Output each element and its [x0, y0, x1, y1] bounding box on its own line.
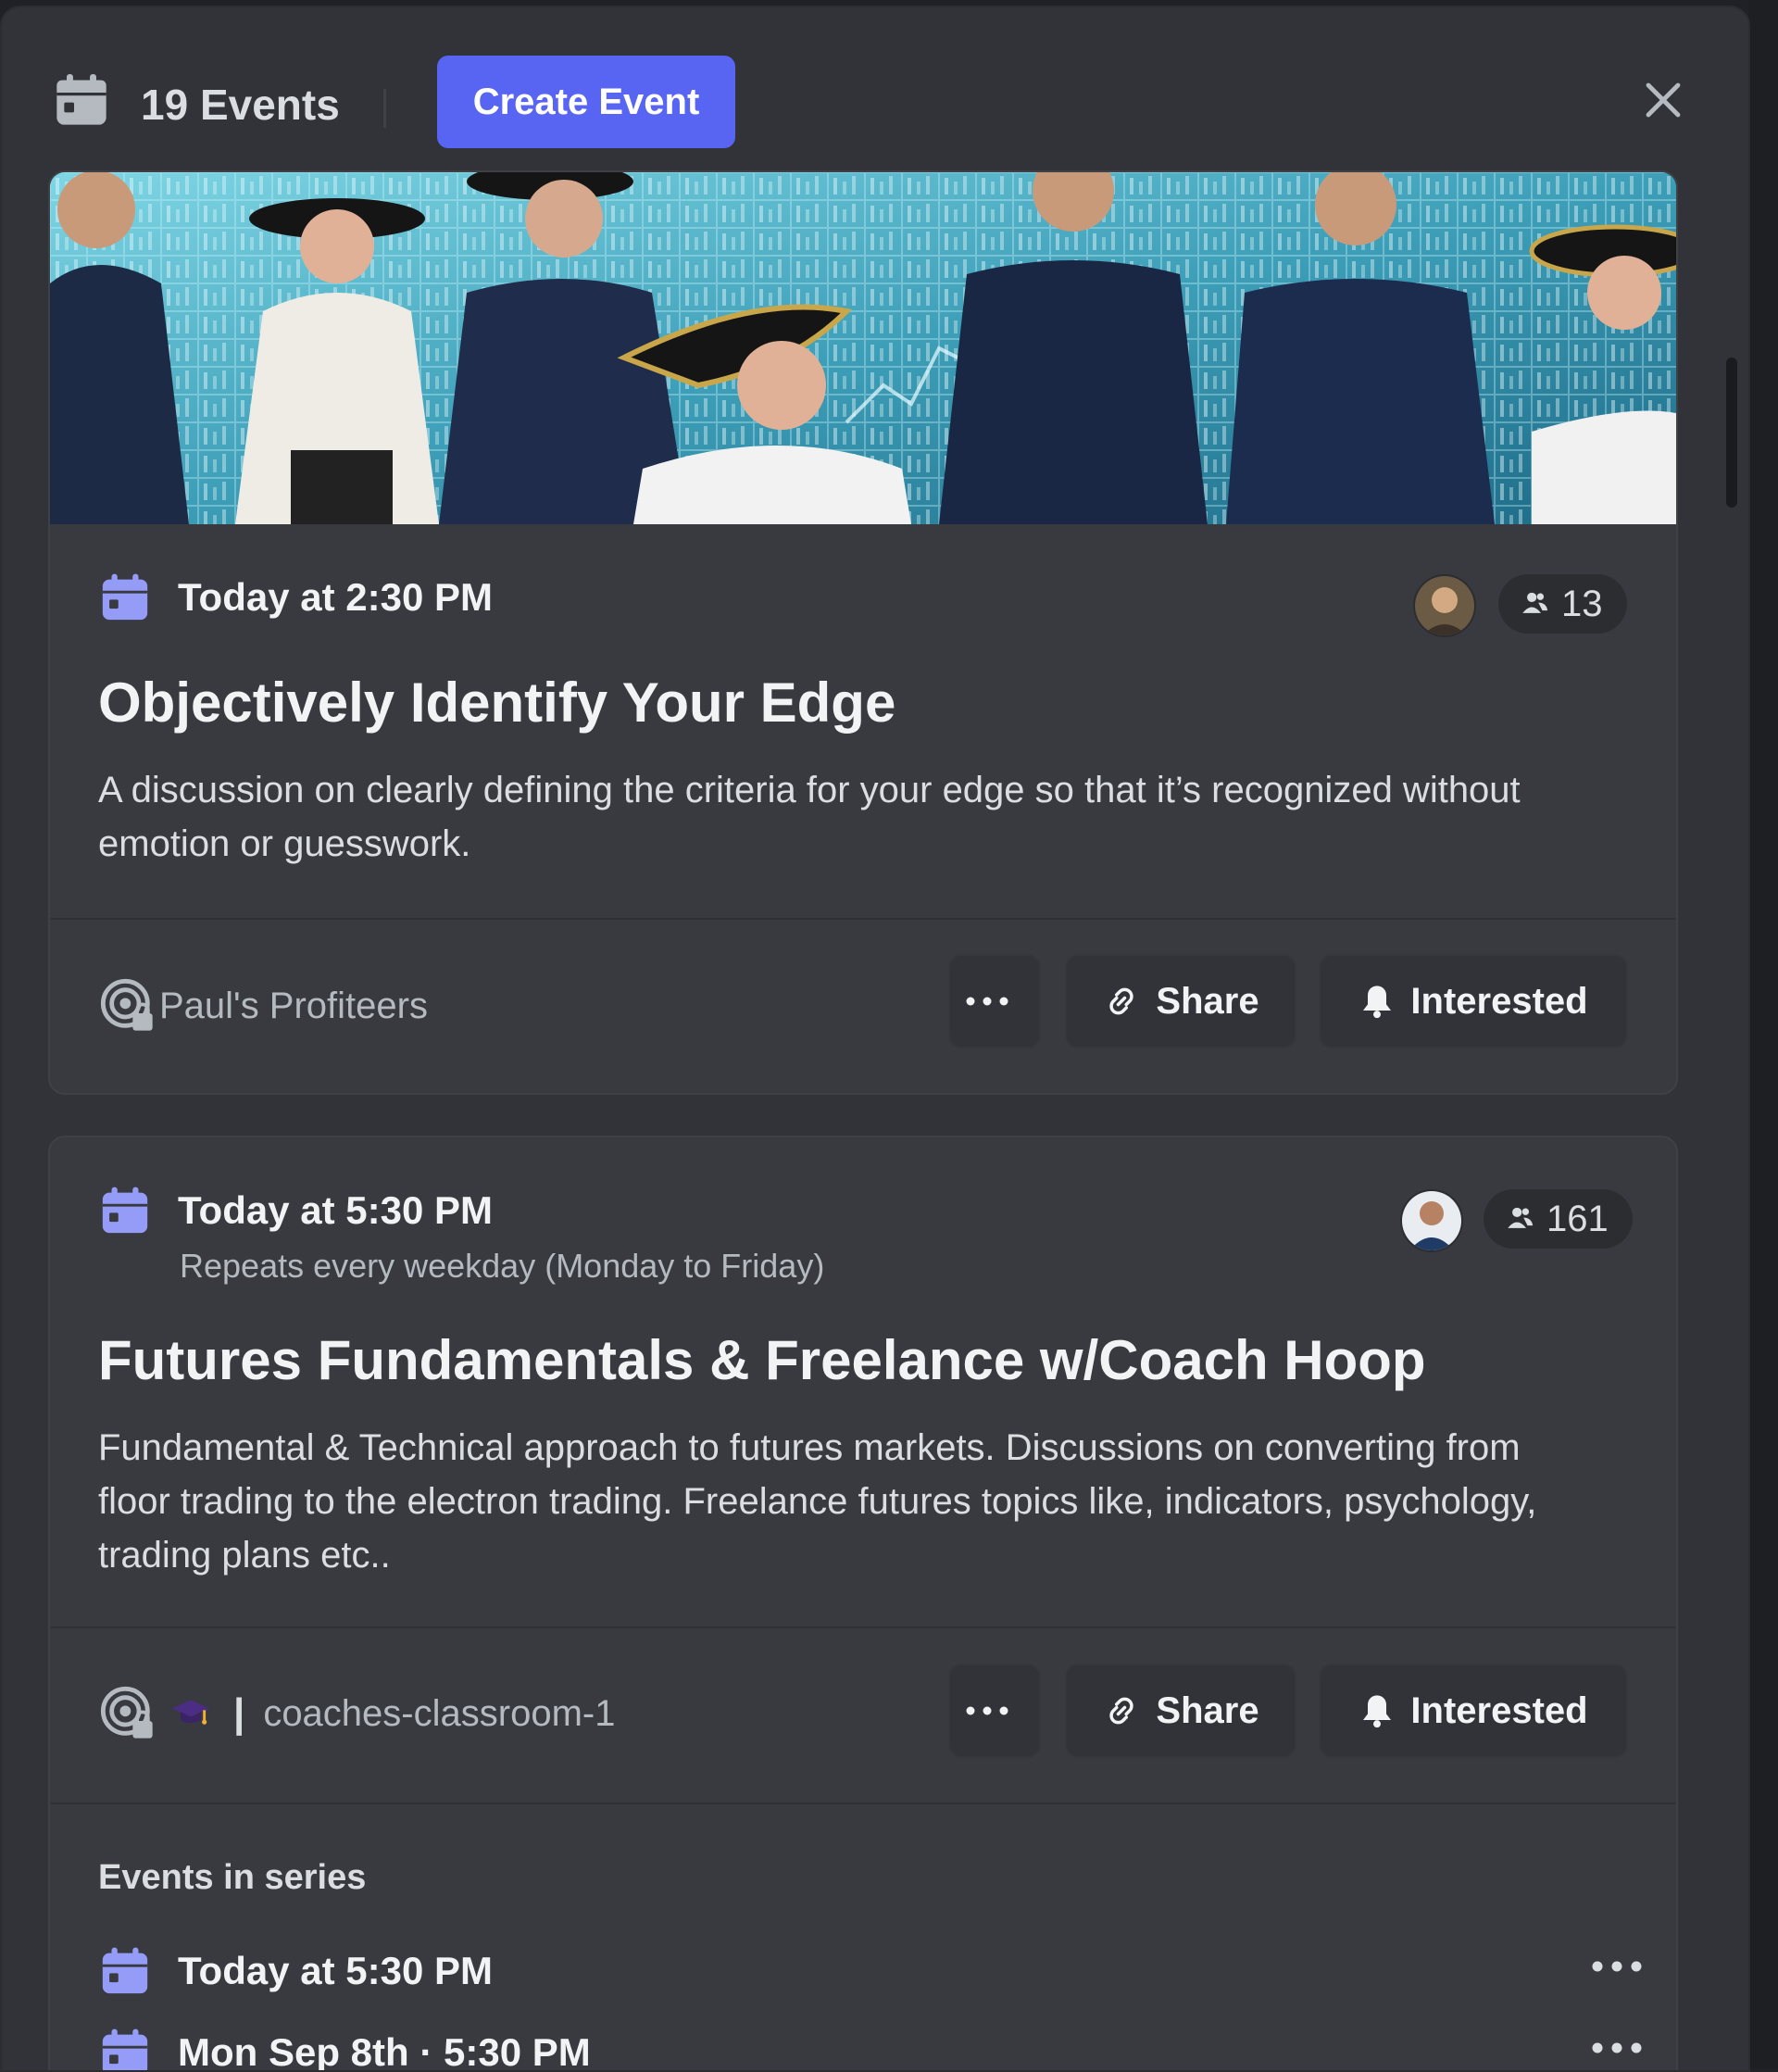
event-card[interactable]: Today at 5:30 PM Repeats every weekday (… [48, 1136, 1678, 2072]
calendar-icon [102, 1947, 148, 1994]
share-label: Share [1156, 1689, 1259, 1731]
event-time-row: Today at 2:30 PM [98, 571, 493, 624]
interested-count: 13 [1561, 583, 1603, 624]
create-event-button[interactable]: Create Event [437, 56, 735, 148]
channel-separator: | [233, 1690, 245, 1736]
calendar-icon [102, 2028, 148, 2070]
event-time: Today at 2:30 PM [178, 575, 493, 619]
ellipsis-icon[interactable] [1591, 1960, 1643, 1973]
interested-label: Interested [1410, 980, 1588, 1022]
close-button[interactable] [1635, 72, 1691, 128]
interested-button[interactable]: Interested [1319, 1664, 1628, 1758]
interested-count-badge: 13 [1498, 574, 1627, 634]
event-time-row: Today at 5:30 PM [98, 1184, 493, 1237]
card-divider [50, 1802, 1676, 1804]
event-repeat-info: Repeats every weekday (Monday to Friday) [180, 1247, 825, 1285]
event-title[interactable]: Futures Fundamentals & Freelance w/Coach… [98, 1328, 1426, 1392]
card-divider [50, 1626, 1676, 1628]
location-name: coaches-classroom-1 [263, 1692, 616, 1734]
bell-icon [1363, 986, 1392, 1019]
event-card[interactable]: Today at 2:30 PM 13 Objectively Identify… [48, 170, 1678, 1095]
location-name: Paul's Profiteers [159, 985, 428, 1026]
link-icon [1109, 1697, 1134, 1725]
share-button[interactable]: Share [1065, 1664, 1296, 1758]
event-location[interactable]: Paul's Profiteers [98, 976, 428, 1036]
interested-count: 161 [1546, 1198, 1609, 1239]
link-icon [1109, 987, 1134, 1015]
avatar [1413, 574, 1476, 637]
event-description: A discussion on clearly defining the cri… [98, 770, 1521, 864]
more-options-button[interactable] [948, 1664, 1041, 1758]
series-item-time: Today at 5:30 PM [178, 1949, 493, 1992]
series-item[interactable]: Mon Sep 8th · 5:30 PM [98, 2025, 1654, 2072]
stage-channel-icon [100, 978, 153, 1031]
event-time: Today at 5:30 PM [178, 1188, 493, 1232]
series-item[interactable]: Today at 5:30 PM [98, 1943, 1654, 1999]
event-banner-image [50, 172, 1676, 524]
share-button[interactable]: Share [1065, 954, 1296, 1049]
series-item-time: Mon Sep 8th · 5:30 PM [178, 2030, 591, 2072]
interested-count-badge: 161 [1484, 1189, 1633, 1249]
graduation-cap-icon [171, 1700, 210, 1725]
ellipsis-icon [966, 997, 1008, 1006]
interested-label: Interested [1410, 1689, 1588, 1731]
events-count-title: 19 Events [141, 81, 340, 129]
calendar-icon [102, 1187, 148, 1234]
share-label: Share [1156, 980, 1259, 1022]
card-divider [50, 918, 1676, 920]
close-icon [1646, 82, 1681, 118]
calendar-icon [56, 74, 106, 125]
background-app-edge [1748, 0, 1778, 2068]
series-heading: Events in series [98, 1858, 367, 1897]
calendar-icon [102, 573, 148, 621]
bell-icon [1363, 1695, 1392, 1728]
people-icon [1522, 592, 1548, 613]
people-icon [1508, 1207, 1534, 1228]
scrollbar-thumb[interactable] [1726, 358, 1737, 508]
event-location[interactable]: | coaches-classroom-1 [98, 1684, 615, 1743]
events-modal: 19 Events Create Event Today at 2:30 PM … [0, 6, 1750, 2072]
stage-channel-icon [100, 1686, 153, 1739]
modal-header: 19 Events Create Event [2, 7, 1748, 165]
header-divider [383, 89, 386, 128]
event-title[interactable]: Objectively Identify Your Edge [98, 671, 895, 735]
ellipsis-icon[interactable] [1591, 2041, 1643, 2054]
avatar [1400, 1189, 1463, 1252]
event-description: Fundamental & Technical approach to futu… [98, 1427, 1537, 1576]
ellipsis-icon [966, 1706, 1008, 1715]
interested-button[interactable]: Interested [1319, 954, 1628, 1049]
more-options-button[interactable] [948, 954, 1041, 1049]
